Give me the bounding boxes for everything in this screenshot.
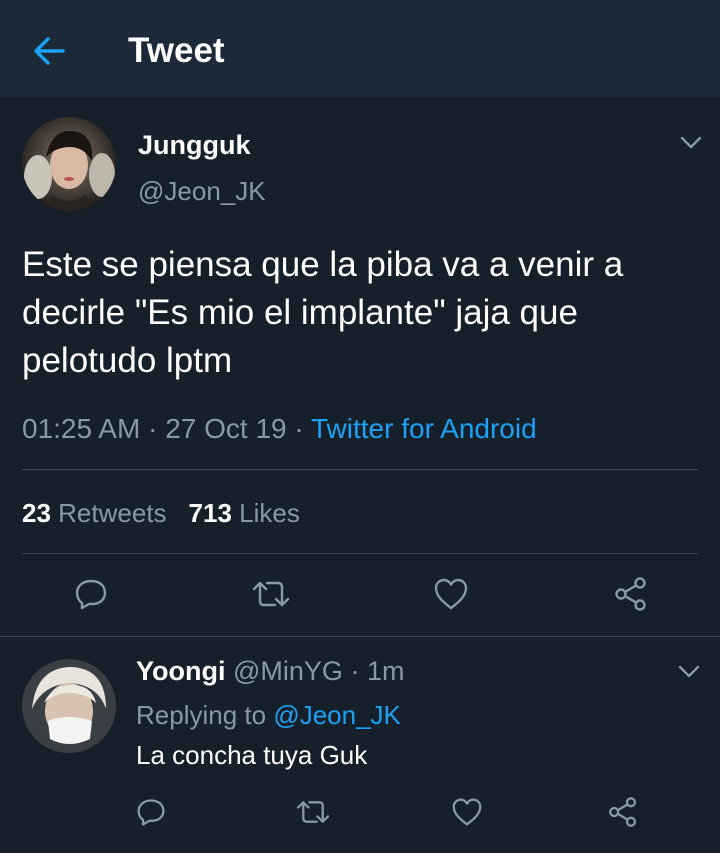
top-app-bar: Tweet [0, 0, 720, 99]
author-name[interactable]: Jungguk [138, 129, 251, 161]
tweet-text: Este se piensa que la piba va a venir a … [22, 245, 624, 380]
avatar-photo [22, 659, 116, 753]
replying-to: Replying to @Jeon_JK [136, 697, 401, 733]
tweet-detail-screen: Tweet Jungguk @Jeon_JK Este se piensa qu… [0, 0, 720, 853]
page-title: Tweet [128, 31, 225, 70]
heart-icon [452, 798, 482, 826]
main-tweet: Jungguk @Jeon_JK Este se piensa que la p… [0, 99, 720, 636]
divider [22, 469, 698, 470]
avatar-photo [22, 117, 116, 211]
reply-tweet[interactable]: Yoongi @MinYG · 1m Replying to @Jeon_JK … [0, 637, 720, 853]
retweets-label: Retweets [58, 498, 167, 528]
likes-stat[interactable]: 713 Likes [189, 498, 300, 528]
reply-button[interactable] [126, 787, 176, 837]
reply-icon [75, 579, 107, 610]
tweet-source-link[interactable]: Twitter for Android [311, 413, 537, 444]
retweet-icon [252, 581, 290, 607]
reply-author-handle[interactable]: @MinYG [233, 656, 343, 686]
reply-action-bar [0, 787, 720, 837]
retweet-button[interactable] [288, 787, 338, 837]
heart-icon [434, 578, 468, 610]
meta-separator: · [342, 656, 367, 686]
retweets-count: 23 [22, 498, 51, 528]
meta-separator: · [140, 413, 166, 444]
reply-header: Yoongi @MinYG · 1m [136, 653, 404, 689]
replying-label: Replying to [136, 700, 267, 730]
retweet-button[interactable] [246, 569, 296, 619]
retweets-stat[interactable]: 23 Retweets [22, 498, 167, 528]
reply-time: 1m [366, 656, 405, 686]
arrow-left-icon [34, 37, 65, 65]
likes-label: Likes [239, 498, 300, 528]
tweet-meta: 01:25 AM · 27 Oct 19 · Twitter for Andro… [22, 409, 537, 449]
like-button[interactable] [426, 569, 476, 619]
reply-menu-button[interactable] [676, 659, 702, 685]
share-button[interactable] [606, 569, 656, 619]
like-button[interactable] [442, 787, 492, 837]
share-button[interactable] [598, 787, 648, 837]
chevron-down-icon [680, 136, 702, 149]
tweet-stats: 23 Retweets 713 Likes [22, 493, 300, 533]
divider [22, 553, 698, 554]
tweet-time: 01:25 AM [22, 413, 141, 444]
tweet-date: 27 Oct 19 [165, 413, 287, 444]
reply-button[interactable] [66, 569, 116, 619]
avatar[interactable] [22, 117, 116, 211]
avatar[interactable] [22, 659, 116, 753]
author-handle[interactable]: @Jeon_JK [138, 175, 266, 207]
meta-separator: · [286, 413, 311, 444]
reply-text: La concha tuya Guk [136, 740, 368, 770]
share-icon [609, 797, 637, 827]
tweet-action-bar [0, 569, 720, 619]
chevron-down-icon [678, 665, 700, 678]
share-icon [615, 577, 646, 611]
tweet-menu-button[interactable] [678, 130, 704, 156]
retweet-icon [296, 801, 330, 823]
reply-author-name[interactable]: Yoongi [136, 656, 225, 686]
back-button[interactable] [28, 30, 70, 72]
likes-count: 713 [188, 498, 232, 528]
reply-icon [137, 799, 165, 826]
mention-link[interactable]: @Jeon_JK [273, 700, 401, 730]
